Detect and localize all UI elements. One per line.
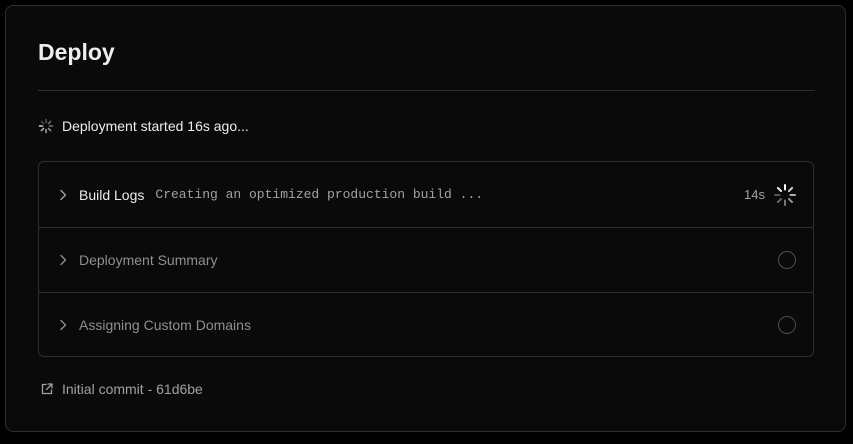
step-label: Assigning Custom Domains <box>79 317 251 333</box>
deployment-status: Deployment started 16s ago... <box>38 116 249 136</box>
step-duration: 14s <box>744 187 765 202</box>
step-build-logs[interactable]: Build Logs Creating an optimized product… <box>39 162 813 227</box>
circle-icon <box>778 316 796 334</box>
status-text: Deployment started 16s ago... <box>62 118 249 134</box>
external-link-icon <box>41 383 53 395</box>
circle-icon <box>778 251 796 269</box>
chevron-right-icon <box>60 254 67 266</box>
chevron-right-icon <box>60 189 67 200</box>
step-deployment-summary[interactable]: Deployment Summary <box>39 227 813 292</box>
step-status <box>778 251 797 269</box>
spinner-icon <box>774 183 796 206</box>
step-detail: Creating an optimized production build .… <box>155 187 484 202</box>
title-divider <box>38 90 815 91</box>
spinner-icon <box>38 118 54 134</box>
step-label: Build Logs <box>79 186 145 203</box>
chevron-right-icon <box>60 319 67 331</box>
step-status: 14s <box>744 183 797 207</box>
commit-label: Initial commit - 61d6be <box>62 381 203 397</box>
deploy-panel: Deploy Deployment started 16s ago... Bui… <box>5 5 846 432</box>
step-status <box>778 316 797 334</box>
step-label: Deployment Summary <box>79 252 218 268</box>
step-assigning-custom-domains[interactable]: Assigning Custom Domains <box>39 292 813 356</box>
commit-link[interactable]: Initial commit - 61d6be <box>40 381 203 397</box>
deployment-steps: Build Logs Creating an optimized product… <box>38 161 814 357</box>
page-title: Deploy <box>38 39 115 65</box>
